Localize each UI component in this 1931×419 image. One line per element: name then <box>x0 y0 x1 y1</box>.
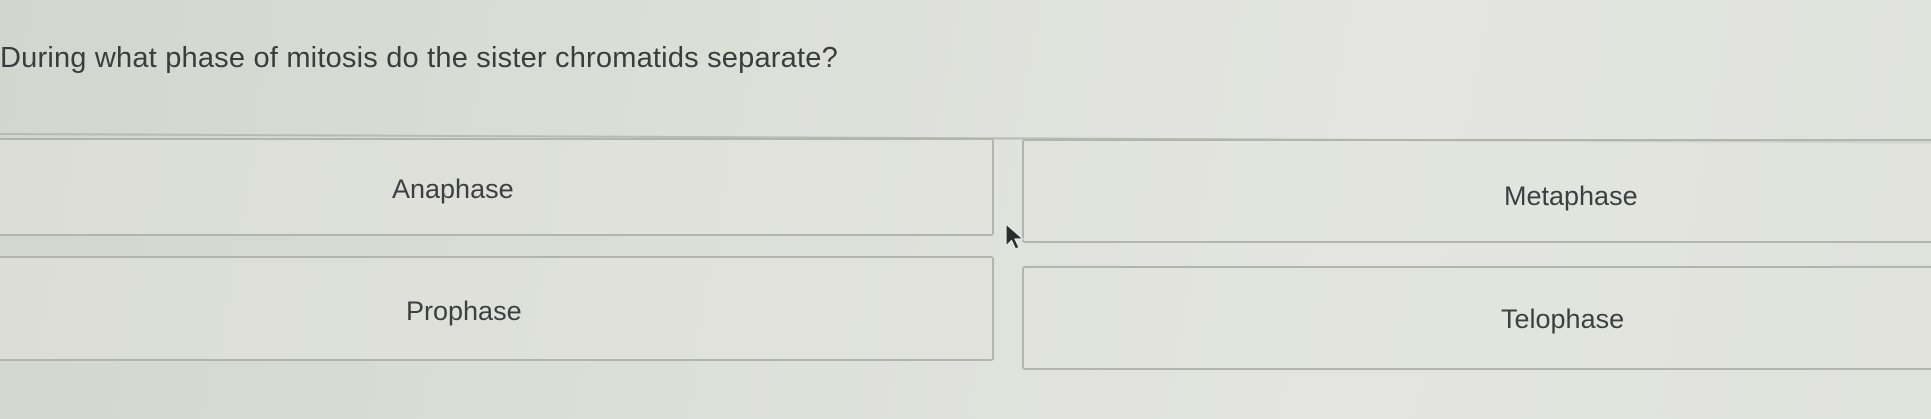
question-text: During what phase of mitosis do the sist… <box>0 42 838 74</box>
answer-option-label: Metaphase <box>1504 181 1638 211</box>
answer-option-label: Prophase <box>406 296 522 326</box>
answer-option-label: Telophase <box>1501 304 1625 334</box>
answer-option-metaphase[interactable]: Metaphase <box>1022 139 1931 243</box>
answer-option-label: Anaphase <box>392 174 514 204</box>
mouse-pointer-icon <box>1005 223 1024 250</box>
answer-option-telophase[interactable]: Telophase <box>1022 266 1931 370</box>
answer-option-anaphase[interactable]: Anaphase <box>0 138 994 236</box>
answer-option-prophase[interactable]: Prophase <box>0 256 994 361</box>
